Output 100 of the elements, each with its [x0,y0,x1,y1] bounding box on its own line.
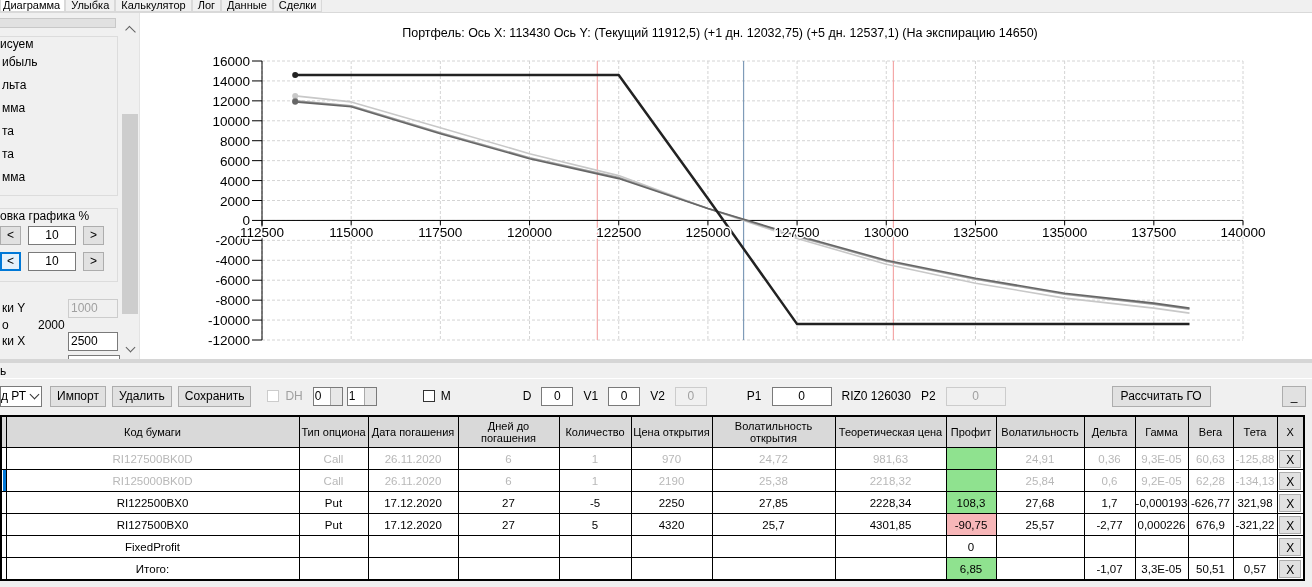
tab[interactable]: Данные [221,0,273,12]
input-field[interactable]: 0 [771,386,832,406]
y-tick-label: 12000 [212,93,250,109]
decrease-button[interactable]: < [0,226,21,246]
column-header[interactable]: Количество [559,416,631,448]
checkbox-label[interactable]: льта [2,77,27,92]
column-header[interactable]: Дней до погашения [458,416,559,448]
input-field[interactable]: 0 [541,386,574,406]
column-header[interactable]: Теоретическая цена [835,416,946,448]
toolbar-button[interactable]: Импорт [50,385,106,407]
delete-button[interactable]: X [1279,559,1302,578]
table-cell: FixedProfit [6,535,299,558]
quote-text: RIZ0 126030 [841,389,911,403]
chart-title: Портфель: Ось X: 113430 Ось Y: (Текущий 11912,5) (+1 дн. 12032,75) (+5 дн. 12537,1) (На экспирацию 14650) [402,26,1038,40]
x-tick-label: 125000 [685,225,731,241]
y-tick-label: 0 [242,213,250,229]
number-spinner[interactable]: 1 [346,386,377,406]
y-tick-label: 6000 [219,153,250,169]
x-tick-label: 120000 [507,225,553,241]
checkbox-label: M [440,389,451,403]
field-label: P1 [746,389,762,403]
minimize-button[interactable]: _ [1282,385,1306,407]
row-header[interactable] [1,513,6,536]
column-header[interactable]: Тета [1233,416,1277,448]
y-tick-label: -10000 [207,313,250,329]
x-tick-label: 135000 [1042,225,1088,241]
scrollbar-thumb[interactable] [122,114,138,314]
value-field[interactable]: 10 [28,252,76,272]
x-tick-label: 140000 [1220,225,1266,241]
y-tick-label: 8000 [219,133,250,149]
dropdown[interactable]: д РТ [0,385,42,407]
increase-button[interactable]: > [83,226,104,246]
x-tick-label: 122500 [596,225,642,241]
toolbar-button[interactable]: Сохранить [177,385,252,407]
decrease-button[interactable]: < [0,252,21,272]
number-spinner[interactable]: 0 [312,386,343,406]
field-label: V2 [650,389,665,403]
field-label: D [522,389,532,403]
y-tick-label: -4000 [215,253,250,269]
y-tick-label: -6000 [215,273,250,289]
row-header[interactable] [1,557,6,580]
x-tick-label: 130000 [863,225,909,241]
checkbox-label[interactable]: мма [2,169,26,184]
column-header[interactable]: Вега [1188,416,1233,448]
field-label: V1 [583,389,599,403]
input-field[interactable]: 0 [608,386,641,406]
checkbox-label: DH [285,389,303,403]
column-header[interactable]: Волатильность открытия [712,416,835,448]
tab[interactable]: Лог [191,0,222,12]
toolbar-button[interactable]: Удалить [111,385,172,407]
checkbox-label[interactable]: та [2,146,15,161]
column-header[interactable]: Профит [946,416,996,448]
checkbox-label[interactable]: мма [2,100,26,115]
field-label: P2 [920,389,936,403]
increase-button[interactable]: > [83,252,104,272]
table-cell: RI122500BX0 [6,491,299,514]
input-field[interactable] [68,354,120,359]
value-text: 2000 [38,317,65,332]
column-header[interactable]: Дата погашения [368,416,458,448]
x-tick-label: 137500 [1131,225,1177,241]
field-label: о [2,317,10,332]
tab[interactable]: Сделки [272,0,323,12]
y-tick-label: 10000 [212,113,250,129]
group-title: ь [0,364,1312,379]
tab[interactable]: Диаграмма [0,0,66,12]
tab[interactable]: Калькулятор [115,0,192,12]
checkbox-label[interactable]: та [2,123,15,138]
x-tick-label: 117500 [418,225,463,241]
column-header[interactable]: Гамма [1135,416,1188,448]
input-field[interactable]: 2500 [68,331,118,351]
value-field[interactable]: 10 [28,226,76,246]
column-header[interactable]: X [1277,416,1304,448]
table-cell: RI125000BK0D [6,469,299,492]
y-tick-label: 16000 [212,54,250,69]
delete-button[interactable]: X [1279,493,1302,512]
checkbox-label[interactable]: ибыль [2,54,38,69]
checkbox[interactable] [422,390,435,402]
delete-button[interactable]: X [1279,515,1302,534]
tab[interactable]: Улыбка [65,0,116,12]
column-header[interactable]: Цена открытия [631,416,712,448]
column-header[interactable]: Код бумаги [6,416,299,448]
table-cell: RI127500BK0D [6,447,299,470]
column-header[interactable]: Дельта [1084,416,1135,448]
y-tick-label: -12000 [207,333,250,348]
y-tick-label: 14000 [212,73,250,89]
y-tick-label: 4000 [219,173,250,189]
x-tick-label: 115000 [329,225,374,241]
column-header[interactable]: Тип опциона [299,416,368,448]
calculate-button[interactable]: Рассчитать ГО [1111,385,1211,407]
table-cell: RI127500BX0 [6,513,299,536]
field-label: ки X [2,334,27,349]
field-label: ки Y [2,301,27,316]
row-header[interactable] [1,535,6,558]
delete-button[interactable]: X [1279,537,1302,556]
column-header[interactable]: Волатильность [996,416,1084,448]
y-tick-label: 2000 [219,193,250,209]
y-tick-label: -8000 [215,293,250,309]
row-header[interactable] [1,491,6,514]
x-tick-label: 132500 [952,225,998,241]
table-cell: Итого: [6,557,299,580]
